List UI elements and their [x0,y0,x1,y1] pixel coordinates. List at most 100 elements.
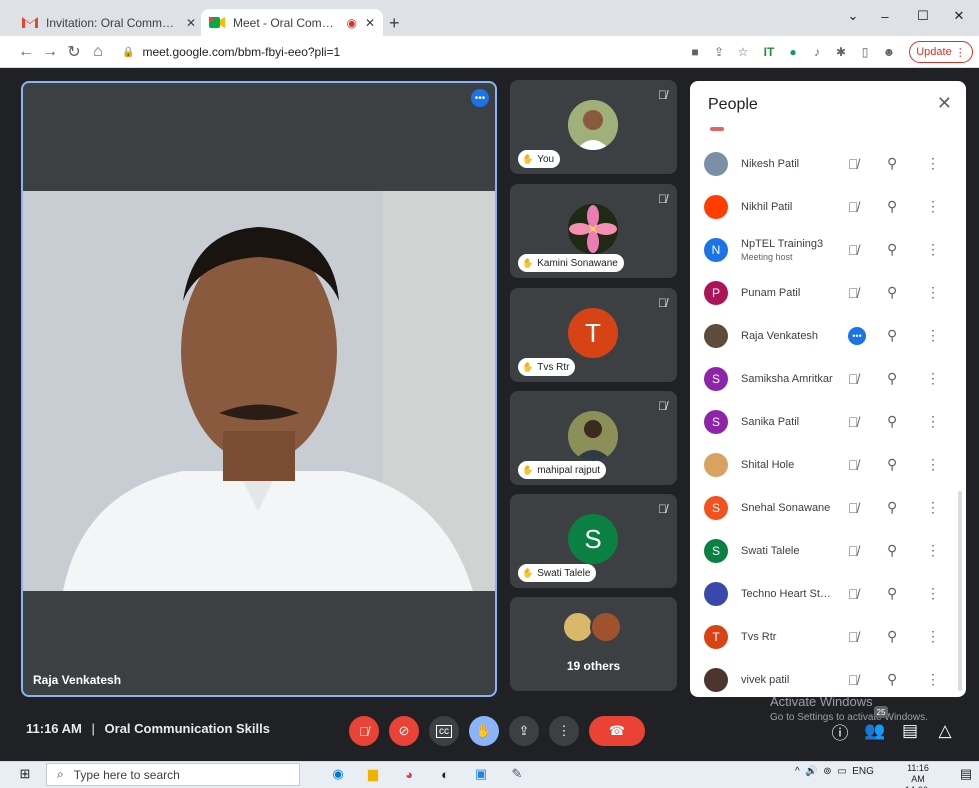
main-video-tile[interactable]: ••• Raja Venkatesh [21,81,497,697]
close-icon[interactable]: ✕ [937,93,952,114]
more-vert-icon[interactable]: ⋮ [926,198,940,215]
participant-row[interactable]: vivek patil 🎙̸ ⚲ ⋮ [690,658,966,697]
pin-icon[interactable]: ⚲ [887,456,897,473]
mic-off-icon[interactable]: 🎙̸ [848,672,859,688]
file-explorer-icon[interactable]: ▆ [362,763,384,785]
pin-icon[interactable]: ⚲ [887,628,897,645]
mic-off-icon[interactable]: 🎙̸ [848,629,859,645]
participant-row[interactable]: S Samiksha Amritkar 🎙̸ ⚲ ⋮ [690,357,966,400]
volume-icon[interactable]: 🔊 [805,766,817,777]
language-indicator[interactable]: ENG [852,766,874,777]
taskbar-search[interactable]: ⌕ Type here to search [46,763,300,786]
participant-row[interactable]: Techno Heart Stat... 🎙̸ ⚲ ⋮ [690,572,966,615]
pin-icon[interactable]: ⚲ [887,542,897,559]
participant-tile[interactable]: T 🎙̸ ✋ Tvs Rtr [510,288,677,382]
participant-tile[interactable]: S 🎙̸ ✋ Swati Talele [510,494,677,588]
app-icon-2[interactable]: ▣ [470,763,492,785]
notification-icon[interactable]: ▤ [955,763,977,785]
speaking-indicator-icon[interactable]: ••• [848,326,866,345]
participant-row[interactable]: Nikhil Patil 🎙̸ ⚲ ⋮ [690,185,966,228]
edge-icon[interactable]: ◉ [327,763,349,785]
mic-off-icon[interactable]: 🎙̸ [848,242,859,258]
pin-icon[interactable]: ⚲ [887,671,897,688]
sidebar-icon[interactable]: ▯ [856,43,874,61]
captions-button[interactable]: cc [429,716,459,746]
mic-off-icon[interactable]: 🎙̸ [848,156,859,172]
more-vert-icon[interactable]: ⋮ [926,155,940,172]
new-tab-button[interactable]: + [389,13,400,34]
participant-row[interactable]: Nikesh Patil 🎙̸ ⚲ ⋮ [690,142,966,185]
participant-row[interactable]: S Sanika Patil 🎙̸ ⚲ ⋮ [690,400,966,443]
scrollbar[interactable] [958,491,962,691]
app-icon-3[interactable]: ✎ [506,763,528,785]
mic-off-icon[interactable]: 🎙̸ [848,285,859,301]
participant-row[interactable]: Raja Venkatesh ••• ⚲ ⋮ [690,314,966,357]
participant-row[interactable]: S Swati Talele 🎙̸ ⚲ ⋮ [690,529,966,572]
people-button[interactable]: 👥 [860,718,890,744]
raise-hand-button[interactable]: ✋ [469,716,499,746]
present-button[interactable]: ⇪ [509,716,539,746]
close-window-button[interactable]: ✕ [936,0,979,32]
pin-icon[interactable]: ⚲ [887,155,897,172]
participant-row[interactable]: P Punam Patil 🎙̸ ⚲ ⋮ [690,271,966,314]
mic-off-icon[interactable]: 🎙̸ [848,414,859,430]
close-icon[interactable]: ✕ [186,16,196,30]
participant-tile[interactable]: 🎙̸ ✋ Kamini Sonawane [510,184,677,278]
home-icon[interactable]: ⌂ [86,40,110,64]
tab-meet[interactable]: Meet - Oral Communication ◉ ✕ [201,9,383,36]
update-button[interactable]: Update ⋮ [909,41,973,63]
more-vert-icon[interactable]: ⋮ [926,370,940,387]
mic-off-icon[interactable]: 🎙̸ [848,543,859,559]
pin-icon[interactable]: ⚲ [887,241,897,258]
puzzle-icon[interactable]: ✱ [832,43,850,61]
participant-tile[interactable]: 🎙̸ ✋ mahipal rajput [510,391,677,485]
address-bar[interactable]: 🔒 meet.google.com/bbm-fbyi-eeo?pli=1 [112,40,672,64]
taskbar-clock[interactable]: 11:16 AM 14-06-2022 [900,763,936,788]
chat-button[interactable]: ▤ [895,718,925,744]
pin-icon[interactable]: ⚲ [887,499,897,516]
more-vert-icon[interactable]: ⋮ [926,456,940,473]
pin-icon[interactable]: ⚲ [887,327,897,344]
pin-icon[interactable]: ⚲ [887,413,897,430]
tab-gmail-invitation[interactable]: Invitation: Oral Communication S ✕ [14,9,204,36]
windows-start-icon[interactable]: ⊞ [14,763,36,785]
mic-off-icon[interactable]: 🎙̸ [848,457,859,473]
mic-off-icon[interactable]: 🎙̸ [848,371,859,387]
participant-row[interactable]: Shital Hole 🎙̸ ⚲ ⋮ [690,443,966,486]
more-options-icon[interactable]: ••• [471,89,489,107]
pin-icon[interactable]: ⚲ [887,284,897,301]
microphone-extension-icon[interactable]: ♪ [808,43,826,61]
participant-tile[interactable]: 🎙̸ ✋ You [510,80,677,174]
others-tile[interactable]: 19 others [510,597,677,691]
share-icon[interactable]: ⇪ [710,43,728,61]
back-icon[interactable]: ← [14,40,38,64]
camera-toggle-button[interactable]: ⊘ [389,716,419,746]
more-vert-icon[interactable]: ⋮ [926,499,940,516]
app-icon[interactable]: ◐ [434,763,456,785]
more-vert-icon[interactable]: ⋮ [926,671,940,688]
more-vert-icon[interactable]: ⋮ [926,628,940,645]
chevron-up-icon[interactable]: ^ [795,766,800,777]
chrome-icon[interactable]: ◕ [398,763,420,785]
camera-icon[interactable]: ■ [686,43,704,61]
mic-off-icon[interactable]: 🎙̸ [848,500,859,516]
profile-avatar[interactable]: ☻ [880,43,898,61]
more-vert-icon[interactable]: ⋮ [926,284,940,301]
participant-row[interactable]: N NpTEL Training3 Meeting host 🎙̸ ⚲ ⋮ [690,228,966,271]
grammarly-icon[interactable]: ● [784,43,802,61]
more-vert-icon[interactable]: ⋮ [926,542,940,559]
leave-call-button[interactable]: ☎ [589,716,645,746]
mic-toggle-button[interactable]: 🎙̸ [349,716,379,746]
activities-button[interactable]: △ [930,718,960,744]
reload-icon[interactable]: ↻ [62,40,86,64]
forward-icon[interactable]: → [38,40,62,64]
participant-row[interactable]: T Tvs Rtr 🎙̸ ⚲ ⋮ [690,615,966,658]
more-vert-icon[interactable]: ⋮ [926,585,940,602]
network-icon[interactable]: ⊚ [823,766,831,777]
extension-icon[interactable]: IT [760,43,778,61]
display-icon[interactable]: ▭ [837,766,846,777]
pin-icon[interactable]: ⚲ [887,370,897,387]
more-vert-icon[interactable]: ⋮ [926,327,940,344]
close-icon[interactable]: ✕ [365,16,375,30]
info-button[interactable]: ⓘ [825,718,855,744]
